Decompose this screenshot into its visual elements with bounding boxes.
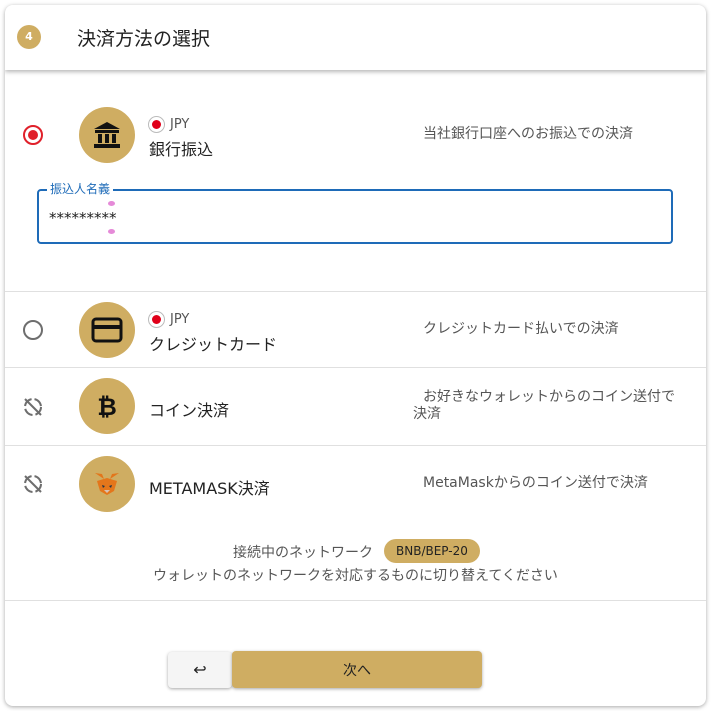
credit-card-icon: [79, 302, 135, 358]
step-number-badge: 4: [17, 25, 41, 49]
payer-name-input[interactable]: [49, 209, 649, 227]
cursor-handle-top: [108, 201, 115, 206]
cursor-handle-bottom: [108, 229, 115, 234]
back-button[interactable]: ↩: [168, 652, 232, 688]
currency-jpy-bank: JPY: [148, 116, 189, 133]
page-title: 決済方法の選択: [77, 28, 211, 50]
network-badge: BNB/BEP-20: [384, 539, 480, 563]
method-name-coin: コイン決済: [149, 401, 230, 420]
method-desc-credit-card: クレジットカード払いでの決済: [423, 321, 619, 337]
svg-text:₿: ₿: [97, 393, 117, 421]
divider: [5, 445, 706, 446]
method-name-metamask: METAMASK決済: [149, 479, 270, 498]
payment-method-card: 4 決済方法の選択 JPY 銀行振込 当社銀行口座へのお振込での決済 振込人名義: [5, 5, 706, 706]
divider: [5, 291, 706, 292]
japan-flag-icon: [148, 311, 165, 328]
currency-label: JPY: [170, 117, 190, 132]
next-button[interactable]: 次へ: [232, 651, 482, 688]
network-label: 接続中のネットワーク: [233, 545, 373, 561]
method-desc-metamask: MetaMaskからのコイン送付で決済: [423, 475, 648, 491]
disabled-radio-icon: [24, 475, 42, 493]
currency-jpy-card: JPY: [148, 311, 189, 328]
method-desc-bank: 当社銀行口座へのお振込での決済: [423, 126, 633, 142]
currency-label: JPY: [170, 312, 190, 327]
method-name-bank: 銀行振込: [149, 140, 214, 159]
section-header: 4 決済方法の選択: [5, 5, 706, 70]
bitcoin-icon: ₿: [79, 378, 135, 434]
network-note: ウォレットのネットワークを対応するものに切り替えてください: [153, 568, 558, 584]
disabled-radio-icon: [24, 398, 42, 416]
method-desc-coin: お好きなウォレットからのコイン送付で決済: [413, 389, 675, 422]
radio-bank-selected[interactable]: [23, 125, 43, 145]
method-name-credit-card: クレジットカード: [149, 335, 278, 354]
divider: [5, 600, 706, 601]
japan-flag-icon: [148, 116, 165, 133]
payer-name-field[interactable]: 振込人名義: [37, 182, 673, 244]
metamask-fox-icon: [79, 456, 135, 512]
bank-icon: [79, 107, 135, 163]
radio-credit-card[interactable]: [23, 320, 43, 340]
divider: [5, 367, 706, 368]
payer-name-label: 振込人名義: [47, 182, 114, 196]
